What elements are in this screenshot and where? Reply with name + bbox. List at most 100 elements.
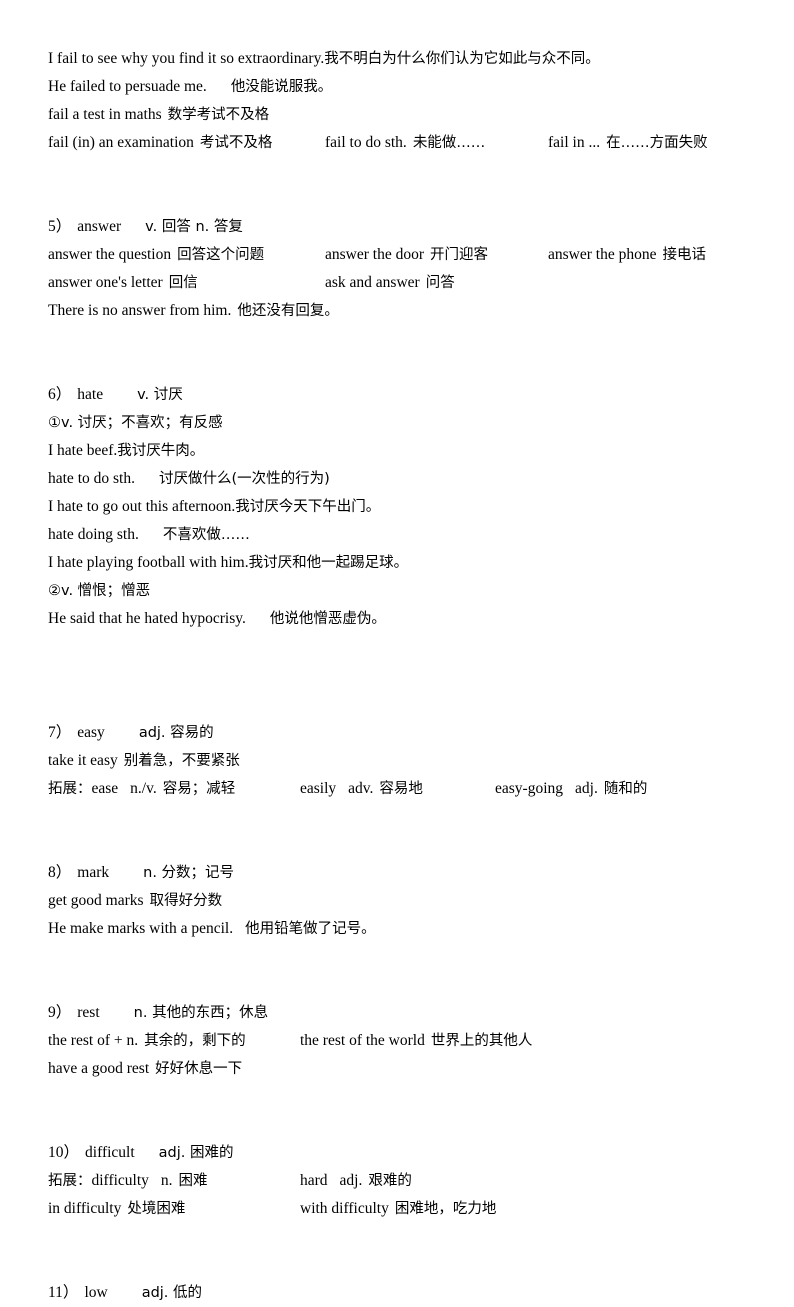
line-segment: in difficulty 处境困难 xyxy=(48,1195,185,1223)
chinese-text: 容易地 xyxy=(379,781,423,797)
line-segment: get good marks 取得好分数 xyxy=(48,887,222,915)
chinese-text: 取得好分数 xyxy=(149,893,223,909)
text-line: I hate playing football with him.我讨厌和他一起… xyxy=(48,549,748,577)
entry-number: 6） xyxy=(48,386,72,403)
english-text: easily xyxy=(300,780,337,797)
entry-number: 9） xyxy=(48,1004,72,1021)
document-body: I fail to see why you find it so extraor… xyxy=(48,45,748,1307)
line-segment: 7） easy adj. 容易的 xyxy=(48,719,214,747)
english-text: answer the question xyxy=(48,246,172,263)
chinese-text: 我讨厌和他一起踢足球。 xyxy=(248,555,409,571)
line-segment: hate to do sth. 讨厌做什么(一次性的行为) xyxy=(48,465,330,493)
chinese-text: 我讨厌今天下午出门。 xyxy=(235,499,381,515)
chinese-text: 随和的 xyxy=(603,781,648,797)
text-line: There is no answer from him. 他还没有回复。 xyxy=(48,297,748,325)
entry-headword: easy xyxy=(77,724,105,741)
english-text: answer one's letter xyxy=(48,274,163,291)
chinese-text: 他没能说服我。 xyxy=(230,79,333,95)
line-segment: fail in ... 在……方面失败 xyxy=(548,129,708,157)
line-segment: I hate to go out this afternoon.我讨厌今天下午出… xyxy=(48,493,380,521)
text-line: the rest of + n. 其余的，剩下的 the rest of the … xyxy=(48,1027,748,1055)
chinese-text: 开门迎客 xyxy=(430,247,488,263)
chinese-text: 困难 xyxy=(178,1173,208,1189)
chinese-text: 容易；减轻 xyxy=(162,781,236,797)
text-line: in difficulty 处境困难 with difficulty 困难地，吃力地 xyxy=(48,1195,748,1223)
text-line: He said that he hated hypocrisy. 他说他憎恶虚伪。 xyxy=(48,605,748,633)
text-line: fail (in) an examination 考试不及格 fail to do… xyxy=(48,129,748,157)
text-line: 拓展：ease n./v. 容易；减轻 easily adv. 容易地 easy-goi… xyxy=(48,775,748,803)
text-line: He make marks with a pencil. 他用铅笔做了记号。 xyxy=(48,915,748,943)
entry-heading: 8） mark n. 分数；记号 xyxy=(48,859,748,887)
part-of-speech: adj. xyxy=(339,1172,363,1189)
line-segment: answer the phone 接电话 xyxy=(548,241,706,269)
line-segment: I fail to see why you find it so extraor… xyxy=(48,45,600,73)
text-line: hate doing sth. 不喜欢做…… xyxy=(48,521,748,549)
english-text: He failed to persuade me. xyxy=(48,78,207,95)
chinese-text: 在……方面失败 xyxy=(606,135,708,151)
english-text: He make marks with a pencil. xyxy=(48,920,234,937)
line-segment: easily adv. 容易地 xyxy=(300,775,423,803)
chinese-text: 未能做…… xyxy=(412,135,486,151)
text-line: have a good rest 好好休息一下 xyxy=(48,1055,748,1083)
english-text: I hate to go out this afternoon. xyxy=(48,498,236,515)
chinese-text: 我不明白为什么你们认为它如此与众不同。 xyxy=(324,51,600,67)
line-segment: He failed to persuade me. 他没能说服我。 xyxy=(48,73,332,101)
text-line: 拓展：difficulty n. 困难 hard adj. 艰难的 xyxy=(48,1167,748,1195)
english-text: ask and answer xyxy=(325,274,420,291)
chinese-text: 问答 xyxy=(425,275,455,291)
line-segment: have a good rest 好好休息一下 xyxy=(48,1055,242,1083)
document-page: I fail to see why you find it so extraor… xyxy=(0,0,794,1301)
line-segment: hard adj. 艰难的 xyxy=(300,1167,412,1195)
text-line: take it easy 别着急，不要紧张 xyxy=(48,747,748,775)
line-segment: the rest of the world 世界上的其他人 xyxy=(300,1027,532,1055)
entry-number: 8） xyxy=(48,864,72,881)
entry-heading: 9） rest n. 其他的东西；休息 xyxy=(48,999,748,1027)
entry-heading: 10） difficult adj. 困难的 xyxy=(48,1139,748,1167)
english-text: fail (in) an examination xyxy=(48,134,194,151)
english-text: difficulty xyxy=(91,1172,149,1189)
line-segment: He make marks with a pencil. 他用铅笔做了记号。 xyxy=(48,915,376,943)
line-segment: 拓展：ease n./v. 容易；减轻 xyxy=(48,775,235,803)
english-text: have a good rest xyxy=(48,1060,150,1077)
part-of-speech: n. xyxy=(160,1172,173,1189)
entry-pos-list: n. 分数；记号 xyxy=(143,865,235,881)
line-segment: answer one's letter 回信 xyxy=(48,269,198,297)
entry-number: 5） xyxy=(48,218,72,235)
text-line: get good marks 取得好分数 xyxy=(48,887,748,915)
english-text: I hate beef. xyxy=(48,442,118,459)
chinese-text: 不喜欢做…… xyxy=(162,527,250,543)
chinese-text: 困难地，吃力地 xyxy=(394,1201,497,1217)
entry-heading: 6） hate v. 讨厌 xyxy=(48,381,748,409)
chinese-text: 我讨厌牛肉。 xyxy=(117,443,205,459)
chinese-text: 他还没有回复。 xyxy=(237,303,339,319)
english-text: hard xyxy=(300,1172,328,1189)
entry-number: 11） xyxy=(48,1284,79,1301)
chinese-text: 回答这个问题 xyxy=(177,247,265,263)
chinese-text: 其余的，剩下的 xyxy=(144,1033,246,1049)
chinese-text: 回信 xyxy=(168,275,198,291)
part-of-speech: n./v. xyxy=(130,780,157,797)
line-segment: I hate beef.我讨厌牛肉。 xyxy=(48,437,204,465)
line-segment: with difficulty 困难地，吃力地 xyxy=(300,1195,496,1223)
entry-pos-list: n. 其他的东西；休息 xyxy=(133,1005,269,1021)
chinese-text: 世界上的其他人 xyxy=(430,1033,533,1049)
english-text: He said that he hated hypocrisy. xyxy=(48,610,246,627)
english-text: I fail to see why you find it so extraor… xyxy=(48,50,325,67)
line-segment: answer the door 开门迎客 xyxy=(325,241,488,269)
entry-headword: rest xyxy=(77,1004,100,1021)
text-line: I fail to see why you find it so extraor… xyxy=(48,45,748,73)
entry-headword: difficult xyxy=(85,1144,135,1161)
line-segment: ask and answer 问答 xyxy=(325,269,455,297)
line-segment: answer the question 回答这个问题 xyxy=(48,241,264,269)
line-segment: fail a test in maths 数学考试不及格 xyxy=(48,101,269,129)
line-segment: the rest of + n. 其余的，剩下的 xyxy=(48,1027,246,1055)
entry-heading: 7） easy adj. 容易的 xyxy=(48,719,748,747)
line-segment: hate doing sth. 不喜欢做…… xyxy=(48,521,250,549)
text-line: fail a test in maths 数学考试不及格 xyxy=(48,101,748,129)
entry-pos-list: v. 回答 n. 答复 xyxy=(145,219,243,235)
